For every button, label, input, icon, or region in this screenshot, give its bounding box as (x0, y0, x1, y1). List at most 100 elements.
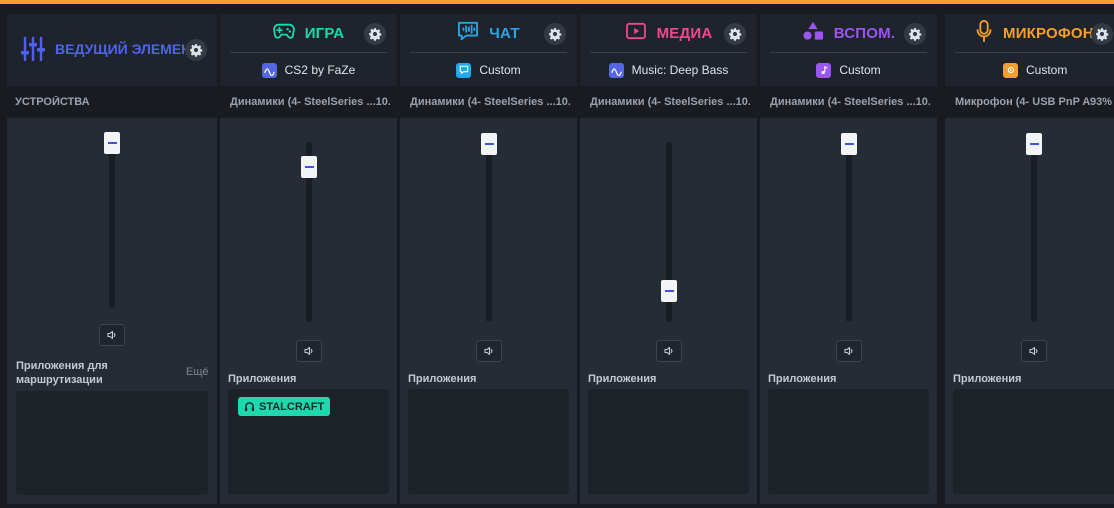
channel-header: МИКРОФОН Custom (945, 14, 1114, 86)
device-label[interactable]: Микрофон (4- USB PnP A... (955, 96, 1091, 108)
header-divider (770, 52, 927, 53)
device-label[interactable]: Динамики (4- SteelSeries ...10... (770, 96, 930, 108)
channel-title: ВСПОМ. (833, 24, 896, 42)
channel-body: Приложения (945, 118, 1114, 504)
volume-track[interactable] (1031, 142, 1037, 322)
channel-settings-button[interactable] (1091, 23, 1113, 45)
device-level-percent: 93% (1090, 96, 1113, 108)
volume-knob[interactable] (481, 133, 497, 155)
gear-icon (909, 28, 922, 41)
speaker-icon (304, 346, 313, 356)
master-header: ВЕДУЩИЙ ЭЛЕМЕНТ (7, 14, 217, 86)
routing-apps-box (16, 391, 208, 495)
preset-label: CS2 by FaZe (284, 63, 356, 77)
header-divider (230, 52, 387, 53)
speaker-icon (844, 346, 853, 356)
speaker-icon (484, 346, 493, 356)
mic-icon (975, 19, 993, 47)
master-settings-button[interactable] (185, 39, 207, 61)
apps-label: Приложения (953, 373, 1022, 385)
channel-settings-button[interactable] (364, 23, 386, 45)
preset-label: Music: Deep Bass (631, 63, 729, 77)
channel-settings-button[interactable] (724, 23, 746, 45)
chat-icon (457, 21, 479, 46)
speaker-icon (664, 346, 673, 356)
sliders-icon (21, 36, 45, 67)
headphones-icon (244, 402, 255, 412)
channel-settings-button[interactable] (544, 23, 566, 45)
channel-body: Приложения (400, 118, 577, 504)
routing-apps-label: Приложения для маршрутизации (16, 360, 108, 386)
mute-button[interactable] (476, 340, 502, 362)
preset-selector[interactable]: Custom (1003, 58, 1114, 82)
mic-preset-icon (1003, 62, 1018, 78)
gear-icon (729, 28, 742, 41)
device-label[interactable]: Динамики (4- SteelSeries ...10... (230, 96, 390, 108)
header-divider (410, 52, 567, 53)
channel-header: ЧАТ Custom (400, 14, 577, 86)
apps-label: Приложения (228, 373, 297, 385)
accent-top-bar (0, 0, 1114, 4)
device-label[interactable]: Динамики (4- SteelSeries ...10... (590, 96, 750, 108)
preset-selector[interactable]: Music: Deep Bass (580, 58, 757, 82)
gear-icon (549, 28, 562, 41)
apps-box: STALCRAFT (228, 389, 389, 494)
apps-box (588, 389, 749, 494)
devices-section-label: УСТРОЙСТВА (15, 96, 90, 108)
apps-box (408, 389, 569, 494)
shapes-icon (802, 21, 824, 46)
apps-label: Приложения (408, 373, 477, 385)
gear-icon (190, 44, 203, 57)
channel-header: ВСПОМ. Custom (760, 14, 937, 86)
master-volume-knob[interactable] (104, 132, 120, 154)
channel-title: ЧАТ (489, 24, 520, 42)
header-divider (590, 52, 747, 53)
media-icon (625, 22, 647, 45)
eq-preset-icon (261, 62, 277, 78)
preset-label: Custom (1026, 63, 1068, 77)
mute-button[interactable] (836, 340, 862, 362)
apps-label: Приложения (768, 373, 837, 385)
channel-body: Приложения STALCRAFT (220, 118, 397, 504)
app-chip-label: STALCRAFT (259, 400, 325, 413)
preset-label: Custom (479, 63, 521, 77)
mute-button[interactable] (656, 340, 682, 362)
preset-selector[interactable]: Custom (400, 58, 577, 82)
channel-header: МЕДИА Music: Deep Bass (580, 14, 757, 86)
volume-track[interactable] (486, 142, 492, 322)
mute-button[interactable] (1021, 340, 1047, 362)
master-title: ВЕДУЩИЙ ЭЛЕМЕНТ (55, 41, 187, 57)
speaker-icon (107, 330, 116, 340)
volume-knob[interactable] (1026, 133, 1042, 155)
volume-knob[interactable] (661, 280, 677, 302)
volume-knob[interactable] (301, 156, 317, 178)
apps-label: Приложения (588, 373, 657, 385)
channel-header: ИГРА CS2 by FaZe (220, 14, 397, 86)
master-mute-button[interactable] (99, 324, 125, 346)
gear-icon (1096, 28, 1109, 41)
speaker-icon (1029, 346, 1038, 356)
more-link[interactable]: Ещё (186, 366, 209, 378)
channel-settings-button[interactable] (904, 23, 926, 45)
channel-body: Приложения (580, 118, 757, 504)
gear-icon (369, 28, 382, 41)
channel-title: МИКРОФОН (1003, 24, 1094, 42)
volume-track[interactable] (846, 142, 852, 322)
channel-title: ИГРА (304, 24, 345, 42)
preset-selector[interactable]: Custom (760, 58, 937, 82)
app-chip-stalcraft[interactable]: STALCRAFT (238, 397, 331, 416)
channel-body: Приложения (760, 118, 937, 504)
music-note-icon (816, 62, 832, 78)
header-divider (955, 52, 1114, 53)
preset-selector[interactable]: CS2 by FaZe (220, 58, 397, 82)
volume-knob[interactable] (841, 133, 857, 155)
apps-box (953, 389, 1114, 494)
mute-button[interactable] (296, 340, 322, 362)
chat-preset-icon (456, 62, 472, 78)
device-label[interactable]: Динамики (4- SteelSeries ...10... (410, 96, 570, 108)
channel-title: МЕДИА (656, 24, 713, 42)
apps-box (768, 389, 929, 494)
master-volume-track[interactable] (109, 136, 115, 308)
gamepad-icon (272, 22, 295, 45)
eq-preset-icon (608, 62, 624, 78)
